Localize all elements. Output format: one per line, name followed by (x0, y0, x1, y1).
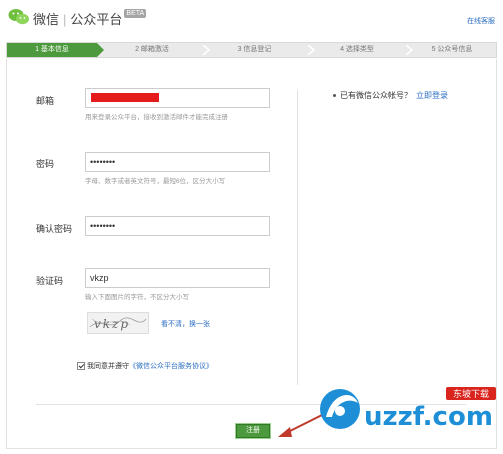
beta-badge: BETA (124, 9, 147, 18)
existing-account-prompt: 已有微信公众帐号？ 立即登录 (333, 90, 448, 101)
captcha-label: 验证码 (36, 276, 64, 286)
existing-account-question: 已有微信公众帐号？ (340, 91, 412, 100)
agreement-row: 我同意并遵守《微信公众平台服务协议》 (77, 361, 213, 371)
vertical-divider (297, 90, 298, 385)
bullet-icon (333, 94, 336, 98)
watermark-logo-text: uzzf.com (364, 402, 493, 432)
brand-separator: | (63, 12, 67, 27)
email-field[interactable] (85, 88, 270, 108)
captcha-distortion-icon: vkzp (89, 317, 147, 331)
wechat-logo-icon (8, 9, 29, 25)
email-label: 邮箱 (36, 96, 55, 106)
agree-text: 我同意并遵守 (87, 363, 129, 370)
brand-name: 微信 (33, 12, 60, 27)
register-button[interactable]: 注册 (236, 424, 270, 438)
captcha-image[interactable]: vkzp (87, 312, 149, 334)
top-header: 微信 | 公众平台 BETA 在线客服 (0, 0, 503, 36)
refresh-captcha-link[interactable]: 看不清，换一张 (161, 319, 210, 329)
brand-title: 微信 | 公众平台 BETA (33, 9, 147, 28)
email-hint: 用来登录公众平台，接收到激活邮件才能完成注册 (85, 114, 228, 121)
password-label: 密码 (36, 159, 55, 169)
uzzf-watermark-logo: 东坡下载 uzzf.com (320, 387, 496, 432)
step-info-registration: 3 信息登记 (237, 46, 272, 53)
product-name: 公众平台 (70, 12, 123, 27)
captcha-text: vkzp (94, 317, 130, 331)
login-now-link[interactable]: 立即登录 (416, 91, 448, 100)
step-select-type: 4 选择类型 (340, 46, 374, 53)
captcha-field[interactable]: vkzp (85, 268, 270, 288)
redaction-mark (91, 93, 159, 102)
confirm-password-label: 确认密码 (36, 224, 73, 234)
step-account-info: 5 公众号信息 (431, 46, 473, 53)
confirm-password-field[interactable]: •••••••• (85, 216, 270, 236)
step-basic-info: 1 基本信息 (7, 43, 104, 57)
step-email-activation: 2 邮箱激活 (135, 46, 169, 53)
agree-checkbox[interactable] (77, 362, 85, 371)
password-hint: 字母、数字或者英文符号，最短6位，区分大小写 (85, 178, 226, 185)
password-field[interactable]: •••••••• (85, 152, 270, 172)
watermark-tagline: 东坡下载 (453, 388, 489, 400)
online-service-link[interactable]: 在线客服 (467, 16, 495, 26)
captcha-hint: 输入下面图片的字符，不区分大小写 (85, 294, 189, 301)
service-agreement-link[interactable]: 《微信公众平台服务协议》 (129, 363, 213, 370)
registration-steps: 1 基本信息 2 邮箱激活 3 信息登记 4 选择类型 5 公众号信息 (6, 42, 497, 58)
